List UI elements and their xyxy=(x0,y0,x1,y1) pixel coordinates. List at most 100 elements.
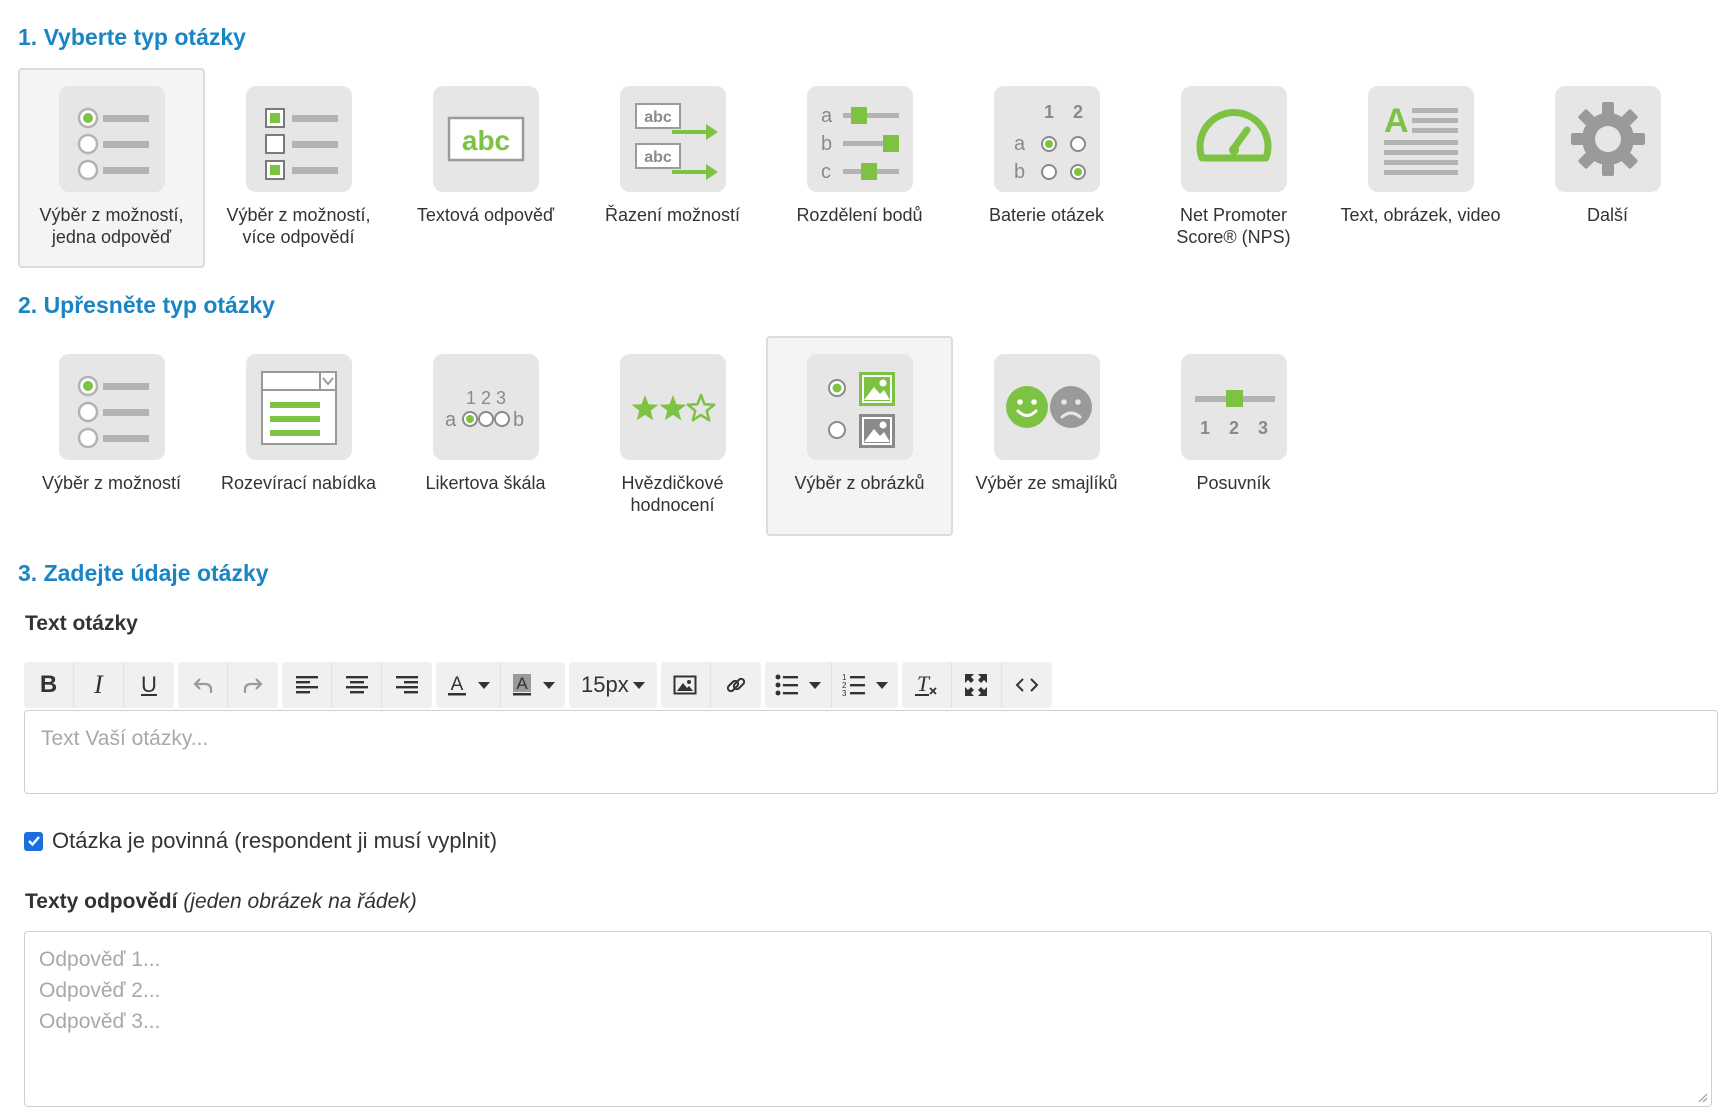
toolbar-group-tools: T xyxy=(901,662,1052,708)
question-subtype-likert[interactable]: 1 2 3 a b Likertova škála xyxy=(392,336,579,536)
resize-handle-icon[interactable] xyxy=(1696,1091,1708,1103)
svg-text:T: T xyxy=(917,673,931,696)
svg-text:A: A xyxy=(516,674,528,693)
svg-text:A: A xyxy=(451,674,464,695)
question-subtype-label: Výběr z možností xyxy=(41,473,182,493)
undo-button[interactable] xyxy=(178,662,228,708)
question-type-matrix[interactable]: 12 ab Baterie otázek xyxy=(953,68,1140,268)
underline-button[interactable]: U xyxy=(124,662,174,708)
required-checkbox[interactable] xyxy=(24,831,43,851)
chevron-down-icon xyxy=(543,681,555,689)
font-size-dropdown[interactable]: 15px xyxy=(569,662,657,708)
question-type-text-answer[interactable]: abc Textová odpověď xyxy=(392,68,579,268)
insert-image-button[interactable] xyxy=(661,662,711,708)
question-subtype-dropdown[interactable]: Rozevírací nabídka xyxy=(205,336,392,536)
question-type-label: Net Promoter Score® (NPS) xyxy=(1176,205,1291,247)
question-subtype-label: Hvězdičkové hodnocení xyxy=(621,473,724,515)
question-type-label: Baterie otázek xyxy=(988,205,1105,225)
bold-icon: B xyxy=(39,671,58,698)
toolbar-group-font-size: 15px xyxy=(569,662,657,708)
question-subtype-label: Výběr ze smajlíků xyxy=(975,473,1118,493)
chevron-down-icon xyxy=(875,681,888,689)
align-left-icon xyxy=(295,676,318,694)
slider-icon: 123 xyxy=(1180,354,1287,460)
question-type-multiple-choice[interactable]: Výběr z možností, více odpovědí xyxy=(205,68,392,268)
answers-textarea[interactable]: Odpověď 1... Odpověď 2... Odpověď 3... xyxy=(24,931,1712,1107)
svg-text:2: 2 xyxy=(1072,102,1082,122)
question-subtype-label: Výběr z obrázků xyxy=(794,473,925,493)
bullet-list-button[interactable] xyxy=(765,662,832,708)
checkmark-icon xyxy=(27,836,40,847)
question-subtype-list: Výběr z možností Rozevírací nabídka 1 2 … xyxy=(18,336,1327,536)
link-icon xyxy=(726,677,745,693)
insert-link-button[interactable] xyxy=(711,662,761,708)
image-icon xyxy=(673,675,697,695)
bold-button[interactable]: B xyxy=(24,662,74,708)
svg-text:b: b xyxy=(821,133,832,155)
align-left-button[interactable] xyxy=(282,662,332,708)
chevron-down-icon xyxy=(632,681,645,689)
question-subtype-image-choice[interactable]: Výběr z obrázků xyxy=(766,336,953,536)
question-type-label: Rozdělení bodů xyxy=(796,205,923,225)
question-subtype-slider[interactable]: 123 Posuvník xyxy=(1140,336,1327,536)
background-color-button[interactable]: A xyxy=(501,662,565,708)
question-type-single-choice[interactable]: Výběr z možností, jedna odpověď xyxy=(18,68,205,268)
required-label[interactable]: Otázka je povinná (respondent ji musí vy… xyxy=(52,828,497,854)
question-type-label: Výběr z možností, více odpovědí xyxy=(226,205,371,247)
align-center-icon xyxy=(345,676,368,694)
chevron-down-icon xyxy=(808,681,821,689)
image-choice-icon xyxy=(806,354,913,460)
question-text-editor[interactable]: Text Vaší otázky... xyxy=(24,710,1718,794)
italic-icon: I xyxy=(94,670,103,699)
answers-placeholder-line: Odpověď 3... xyxy=(39,1010,161,1033)
svg-text:a: a xyxy=(821,105,833,127)
stars-icon xyxy=(619,354,726,460)
question-type-label: Další xyxy=(1586,205,1628,225)
svg-text:3: 3 xyxy=(842,689,847,697)
dropdown-icon xyxy=(245,354,352,460)
clear-format-button[interactable]: T xyxy=(902,662,952,708)
question-subtype-smileys[interactable]: Výběr ze smajlíků xyxy=(953,336,1140,536)
numbered-list-icon: 123 xyxy=(842,673,865,697)
section-title-question-subtype: 2. Upřesněte typ otázky xyxy=(18,292,275,318)
question-type-content-block[interactable]: A Text, obrázek, video xyxy=(1327,68,1514,268)
question-subtype-label: Posuvník xyxy=(1196,473,1271,493)
svg-text:2: 2 xyxy=(1228,418,1238,438)
fullscreen-button[interactable] xyxy=(952,662,1002,708)
editor-toolbar: B I U A A 15px 1 2 3 T xyxy=(24,662,1056,708)
text-color-button[interactable]: A xyxy=(436,662,501,708)
code-view-icon xyxy=(1015,678,1039,692)
underline-icon: U xyxy=(141,672,157,697)
svg-text:b: b xyxy=(513,409,524,431)
toolbar-group-align xyxy=(282,662,432,708)
italic-button[interactable]: I xyxy=(74,662,124,708)
gear-icon xyxy=(1554,86,1661,192)
toolbar-group-insert xyxy=(660,662,761,708)
clear-format-icon: T xyxy=(915,673,937,696)
align-right-button[interactable] xyxy=(382,662,432,708)
question-type-list: Výběr z možností, jedna odpověď Výběr z … xyxy=(18,68,1701,268)
question-type-label: Řazení možností xyxy=(604,205,741,225)
font-size-value: 15px xyxy=(581,672,629,697)
code-view-button[interactable] xyxy=(1002,662,1052,708)
svg-text:abc: abc xyxy=(461,125,509,156)
ordering-icon: abc abc xyxy=(619,86,726,192)
answers-placeholder-line: Odpověď 1... xyxy=(39,948,161,971)
question-type-points-split[interactable]: abc Rozdělení bodů xyxy=(766,68,953,268)
question-subtype-stars[interactable]: Hvězdičkové hodnocení xyxy=(579,336,766,536)
question-type-nps[interactable]: Net Promoter Score® (NPS) xyxy=(1140,68,1327,268)
question-text-label: Text otázky xyxy=(25,612,138,635)
answers-placeholder-line: Odpověď 2... xyxy=(39,979,161,1002)
question-type-other[interactable]: Další xyxy=(1514,68,1701,268)
redo-button[interactable] xyxy=(228,662,278,708)
toolbar-group-colors: A A xyxy=(436,662,565,708)
align-center-button[interactable] xyxy=(332,662,382,708)
section-title-question-details: 3. Zadejte údaje otázky xyxy=(18,560,269,586)
question-type-ordering[interactable]: abc abc Řazení možností xyxy=(579,68,766,268)
required-option: Otázka je povinná (respondent ji musí vy… xyxy=(24,828,497,854)
checkbox-list-icon xyxy=(245,86,352,192)
question-subtype-choice[interactable]: Výběr z možností xyxy=(18,336,205,536)
numbered-list-button[interactable]: 123 xyxy=(832,662,898,708)
toolbar-group-history xyxy=(178,662,278,708)
toolbar-group-style: B I U xyxy=(24,662,174,708)
